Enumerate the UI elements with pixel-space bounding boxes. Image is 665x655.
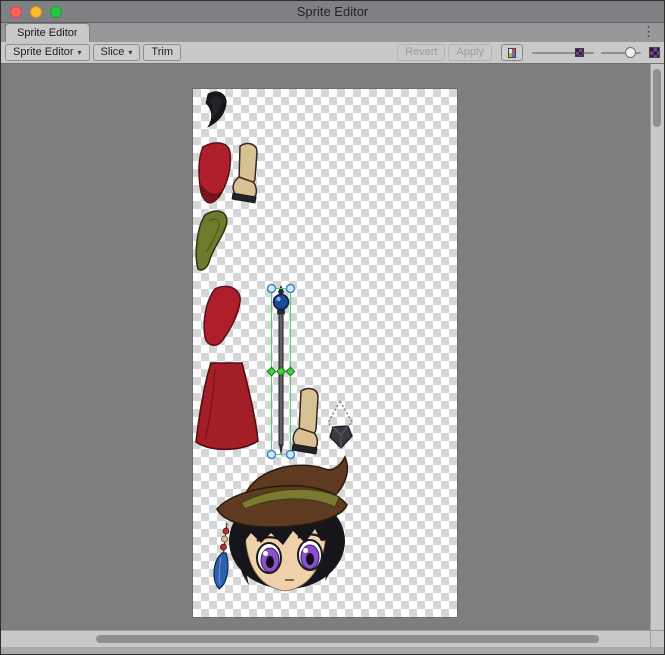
pivot-handle[interactable] xyxy=(277,367,285,375)
corner-handle-bottom-right[interactable] xyxy=(287,451,295,459)
apply-label: Apply xyxy=(456,45,484,60)
sprite-head[interactable] xyxy=(214,457,347,591)
revert-button[interactable]: Revert xyxy=(397,44,445,61)
mid-handle-left[interactable] xyxy=(267,367,275,375)
mip-slider-track[interactable] xyxy=(532,52,594,54)
corner-handle-bottom-left[interactable] xyxy=(268,451,276,459)
trim-button[interactable]: Trim xyxy=(143,44,181,61)
corner-handle-top-left[interactable] xyxy=(268,285,276,293)
kebab-menu-icon[interactable]: ⋮ xyxy=(639,23,658,42)
zoom-slider-knob[interactable] xyxy=(625,47,636,58)
staff-shaft xyxy=(279,311,283,445)
titlebar: Sprite Editor xyxy=(1,1,664,23)
sprite-sheet-texture[interactable] xyxy=(193,89,457,617)
sprite-boot-2[interactable] xyxy=(292,389,318,454)
sprite-skirt[interactable] xyxy=(196,363,258,449)
staff-collar xyxy=(278,310,285,314)
slice-dropdown[interactable]: Slice ▾ xyxy=(93,44,141,61)
chevron-down-icon: ▾ xyxy=(128,48,132,58)
vertical-scrollbar-thumb[interactable] xyxy=(653,69,661,127)
sprite-boot[interactable] xyxy=(232,144,257,203)
sprite-editor-mode-label: Sprite Editor xyxy=(13,45,74,60)
sprite-pendant[interactable] xyxy=(328,401,352,448)
staff-orb-highlight xyxy=(276,297,280,301)
staff-orb xyxy=(274,295,289,310)
chevron-down-icon: ▾ xyxy=(78,48,82,58)
sprite-scarf[interactable] xyxy=(196,211,227,270)
mip-slider-knob[interactable] xyxy=(575,48,584,57)
sprite-staff-selected[interactable] xyxy=(267,285,294,459)
slice-label: Slice xyxy=(101,45,125,60)
sprite-hair-tuft[interactable] xyxy=(206,92,226,127)
sprite-editor-window: Sprite Editor Sprite Editor ⋮ Sprite Edi… xyxy=(0,0,665,655)
window-bottom-edge xyxy=(1,647,664,654)
horizontal-scrollbar[interactable] xyxy=(1,630,650,647)
sprite-arm[interactable] xyxy=(199,143,230,203)
sprite-sleeve[interactable] xyxy=(204,286,240,345)
horizontal-scrollbar-thumb[interactable] xyxy=(96,635,599,643)
sprite-canvas[interactable] xyxy=(1,64,650,630)
toolbar: Sprite Editor ▾ Slice ▾ Trim Revert Appl… xyxy=(1,42,664,64)
hat-feather-charm xyxy=(214,523,229,589)
revert-label: Revert xyxy=(405,45,437,60)
sprite-artwork xyxy=(193,89,457,617)
mid-handle-right[interactable] xyxy=(286,367,294,375)
tab-sprite-editor[interactable]: Sprite Editor xyxy=(5,23,90,42)
zoom-slider[interactable] xyxy=(601,44,641,61)
scrollbar-corner xyxy=(650,630,664,647)
corner-handle-top-right[interactable] xyxy=(287,285,295,293)
window-title: Sprite Editor xyxy=(1,1,664,23)
sprite-editor-mode-dropdown[interactable]: Sprite Editor ▾ xyxy=(5,44,90,61)
vertical-scrollbar[interactable] xyxy=(650,64,664,630)
tab-label: Sprite Editor xyxy=(17,27,78,39)
trim-label: Trim xyxy=(151,45,173,60)
rgb-alpha-icon xyxy=(508,48,516,58)
mip-checker-icon xyxy=(649,47,660,58)
mip-slider[interactable] xyxy=(532,44,594,61)
apply-button[interactable]: Apply xyxy=(448,44,492,61)
rgb-alpha-toggle-button[interactable] xyxy=(501,44,523,61)
tab-bar: Sprite Editor ⋮ xyxy=(1,23,664,42)
